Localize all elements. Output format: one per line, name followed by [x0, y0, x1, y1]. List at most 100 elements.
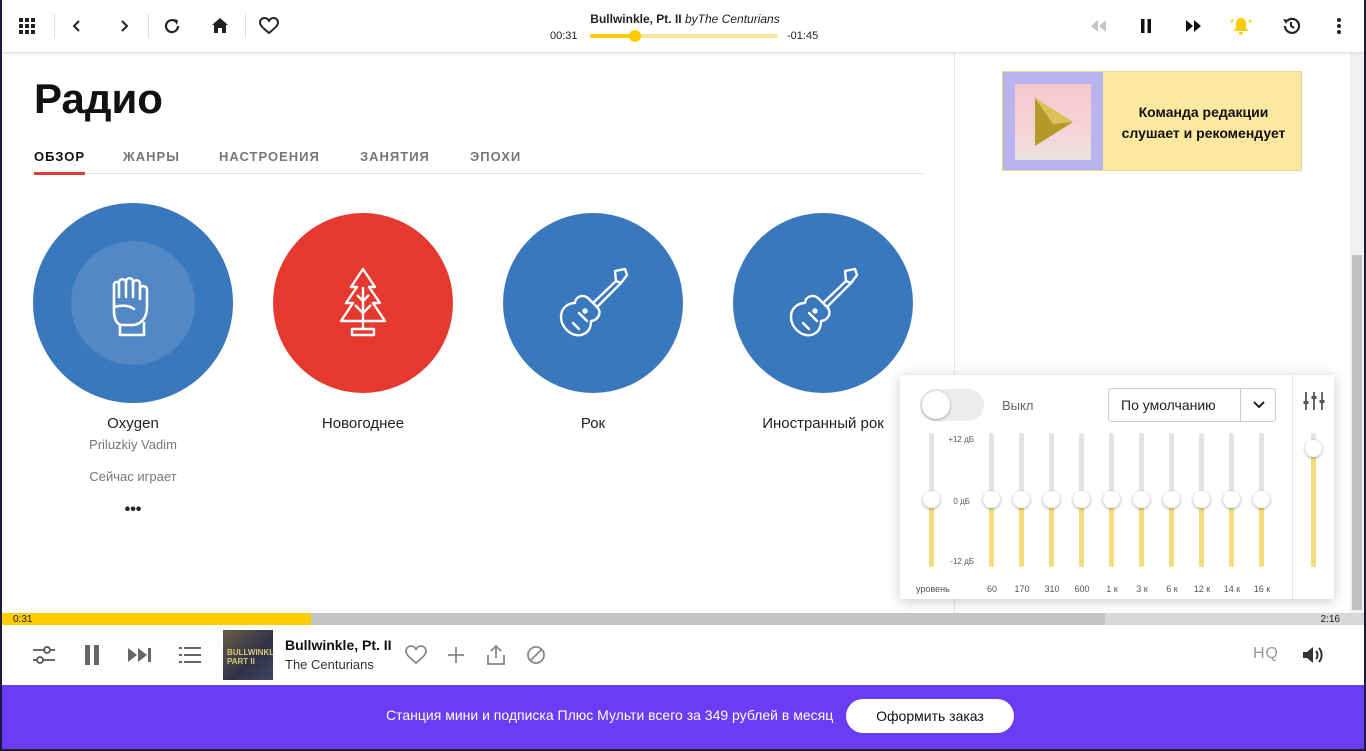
home-icon[interactable] — [207, 13, 233, 39]
band-slider[interactable] — [1013, 433, 1031, 573]
band-slider[interactable] — [1253, 433, 1271, 573]
equalizer-sliders-icon[interactable] — [30, 641, 58, 669]
slider-knob[interactable] — [923, 491, 940, 508]
band-slider[interactable] — [1073, 433, 1091, 573]
band-slider[interactable] — [1103, 433, 1121, 573]
player-artist[interactable]: The Centurians — [285, 657, 374, 672]
equalizer-toggle[interactable] — [920, 389, 984, 421]
slider-fill — [1019, 500, 1024, 567]
progress-duration: 2:16 — [1320, 614, 1340, 625]
station-disc[interactable] — [273, 213, 453, 393]
scrollbar-thumb[interactable] — [1352, 255, 1362, 610]
chevron-down-icon[interactable] — [1240, 389, 1276, 421]
share-icon[interactable] — [482, 641, 510, 669]
hq-toggle[interactable]: HQ — [1253, 645, 1279, 663]
editorial-promo-card[interactable]: Команда редакции слушает и рекомендует — [1002, 71, 1302, 171]
pause-icon[interactable] — [78, 641, 106, 669]
pause-icon[interactable] — [1133, 13, 1159, 39]
band-slider[interactable] — [1163, 433, 1181, 573]
guitar-icon — [559, 267, 629, 337]
tab-overview[interactable]: ОБЗОР — [34, 149, 86, 175]
player-track-title[interactable]: Bullwinkle, Pt. II — [285, 637, 392, 653]
band-slider[interactable] — [983, 433, 1001, 573]
like-heart-icon[interactable] — [402, 641, 430, 669]
app-window: Bullwinkle, Pt. II byThe Centurians 00:3… — [2, 0, 1364, 749]
more-menu-icon[interactable] — [1326, 13, 1352, 39]
back-icon[interactable] — [64, 13, 90, 39]
level-slider[interactable] — [923, 433, 941, 573]
slider-knob[interactable] — [1013, 491, 1030, 508]
reload-icon[interactable] — [159, 13, 185, 39]
order-button[interactable]: Оформить заказ — [846, 699, 1014, 733]
main-content: Радио ОБЗОР ЖАНРЫ НАСТРОЕНИЯ ЗАНЯТИЯ ЭПО… — [2, 53, 954, 613]
slider-knob[interactable] — [1193, 491, 1210, 508]
slider-knob[interactable] — [1163, 491, 1180, 508]
playlist-icon[interactable] — [176, 641, 204, 669]
slider-knob[interactable] — [1133, 491, 1150, 508]
tab-eras[interactable]: ЭПОХИ — [470, 149, 521, 172]
slider-knob[interactable] — [1073, 491, 1090, 508]
slider-knob[interactable] — [1043, 491, 1060, 508]
slider-fill — [929, 500, 934, 567]
slider-knob[interactable] — [1253, 491, 1270, 508]
band-slider[interactable] — [1133, 433, 1151, 573]
radio-tabs: ОБЗОР ЖАНРЫ НАСТРОЕНИЯ ЗАНЯТИЯ ЭПОХИ — [34, 149, 924, 175]
time-remaining: -01:45 — [787, 30, 819, 42]
divider — [148, 14, 149, 38]
subscription-banner: Станция мини и подписка Плюс Мульти всег… — [2, 685, 1364, 749]
toggle-knob — [922, 391, 950, 419]
station-status: Сейчас играет — [89, 469, 177, 484]
band-slider[interactable] — [1193, 433, 1211, 573]
station-disc[interactable] — [733, 213, 913, 393]
station-disc[interactable] — [503, 213, 683, 393]
band-slider[interactable] — [1223, 433, 1241, 573]
slider-fill — [1169, 500, 1174, 567]
volume-slider[interactable] — [1305, 433, 1323, 573]
time-elapsed: 00:31 — [550, 30, 578, 42]
mixer-icon[interactable] — [1302, 389, 1326, 413]
tab-activities[interactable]: ЗАНЯТИЯ — [360, 149, 430, 172]
slider-fill — [1199, 500, 1204, 567]
rewind-icon[interactable] — [1085, 13, 1111, 39]
slider-fill — [1079, 500, 1084, 567]
fir-tree-icon — [339, 267, 387, 337]
preset-select[interactable]: По умолчанию — [1108, 388, 1276, 422]
band-frequency-label: 310 — [1044, 584, 1060, 594]
slider-knob[interactable] — [1305, 440, 1322, 458]
band-slider[interactable] — [1043, 433, 1061, 573]
band-frequency-label: 12 к — [1193, 584, 1211, 594]
progress-fill — [2, 613, 312, 625]
station-name[interactable]: Oxygen — [23, 415, 243, 432]
band-frequency-label: 16 к — [1253, 584, 1271, 594]
track-progress-bar[interactable]: 0:31 2:16 — [2, 613, 1364, 625]
block-icon[interactable] — [522, 641, 550, 669]
album-cover[interactable]: BULLWINKLE PART II — [223, 630, 273, 680]
band-frequency-label: 14 к — [1223, 584, 1241, 594]
notification-bell-icon[interactable] — [1228, 13, 1254, 39]
play-triangle-icon — [1035, 98, 1073, 146]
favorites-heart-icon[interactable] — [256, 13, 282, 39]
slider-knob[interactable] — [1223, 491, 1240, 508]
slider-fill — [1259, 500, 1264, 567]
station-more-icon[interactable]: ••• — [33, 501, 233, 519]
station-name[interactable]: Рок — [483, 415, 703, 432]
station-disc[interactable] — [33, 203, 233, 403]
station-name[interactable]: Новогоднее — [253, 415, 473, 432]
db-max-label: +12 дБ — [948, 435, 974, 444]
fast-forward-icon[interactable] — [1181, 13, 1207, 39]
slider-knob[interactable] — [1103, 491, 1120, 508]
mini-progress-bar[interactable] — [590, 30, 778, 42]
volume-icon[interactable] — [1299, 641, 1327, 669]
slider-fill — [1229, 500, 1234, 567]
add-plus-icon[interactable] — [442, 641, 470, 669]
slider-knob[interactable] — [983, 491, 1000, 508]
next-track-icon[interactable] — [126, 641, 154, 669]
banner-text: Станция мини и подписка Плюс Мульти всег… — [386, 707, 834, 723]
mini-progress-knob[interactable] — [629, 30, 642, 42]
forward-icon[interactable] — [111, 13, 137, 39]
cover-lettering: BULLWINKLE PART II — [227, 648, 273, 666]
tab-genres[interactable]: ЖАНРЫ — [123, 149, 180, 172]
apps-grid-icon[interactable] — [14, 13, 40, 39]
history-icon[interactable] — [1278, 13, 1304, 39]
tab-moods[interactable]: НАСТРОЕНИЯ — [219, 149, 320, 172]
